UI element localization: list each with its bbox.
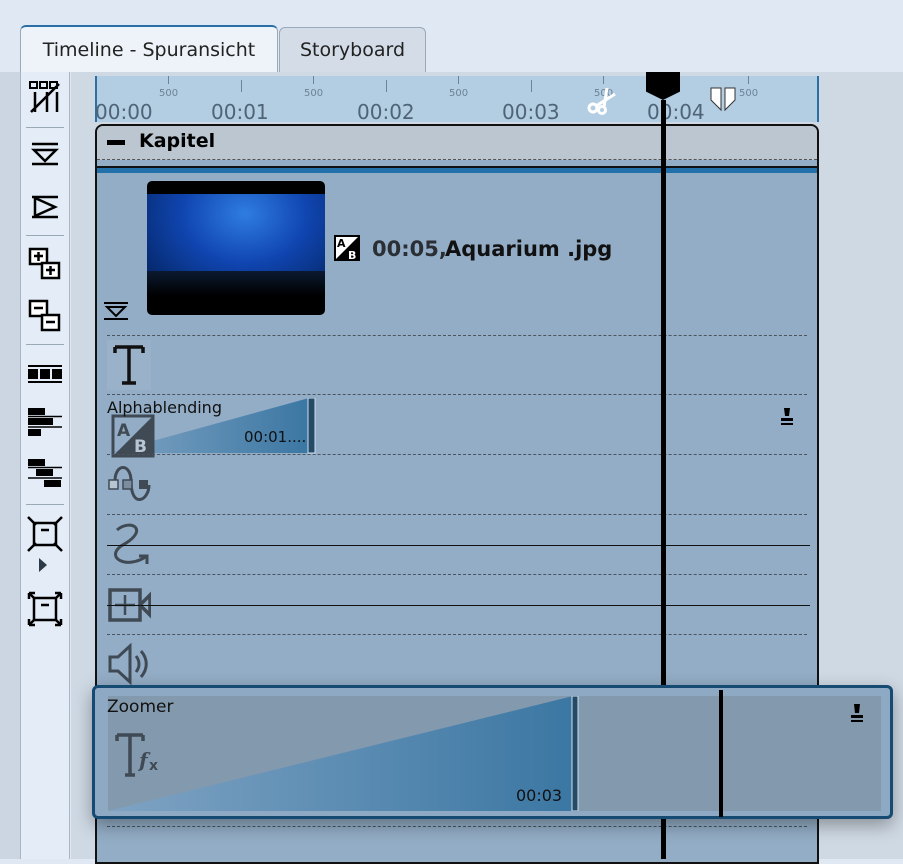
align-left-icon[interactable] [25, 404, 65, 444]
ruler-half-label: 500 [449, 88, 469, 99]
chapter-bar [97, 166, 817, 173]
zoomer-label: Zoomer [107, 697, 174, 717]
shrink-frame-icon[interactable] [25, 514, 65, 554]
distribute-icon[interactable] [25, 354, 65, 394]
svg-text:B: B [348, 249, 356, 262]
clip-duration: 00:05, [372, 237, 447, 261]
audio-icon[interactable] [107, 639, 151, 689]
scissors-icon[interactable] [585, 82, 625, 120]
chapter-header[interactable]: Kapitel [97, 126, 817, 160]
text-effect-icon: fx [115, 732, 167, 786]
tab-storyboard[interactable]: Storyboard [279, 27, 426, 72]
collapse-all-icon[interactable] [25, 296, 65, 336]
ruler-label: 00:00 [95, 100, 153, 124]
expand-frame-icon[interactable] [25, 589, 65, 629]
zoomer-effect-clip[interactable]: Zoomer fx 00:03 [92, 685, 893, 819]
text-icon[interactable] [107, 340, 151, 390]
motion-path-icon[interactable] [107, 518, 151, 568]
image-thumbnail[interactable] [147, 181, 325, 315]
ruler-label: 00:01 [211, 100, 269, 124]
stamp-icon[interactable] [779, 406, 795, 430]
animation-path-icon[interactable] [107, 459, 151, 509]
ruler-half-label: 500 [159, 88, 179, 99]
time-ruler[interactable]: 00:00 00:01 00:02 00:03 00:04 500 500 50… [95, 76, 819, 124]
left-margin [0, 72, 20, 859]
ruler-label: 00:02 [357, 100, 415, 124]
tab-timeline[interactable]: Timeline - Spuransicht [20, 25, 278, 72]
svg-text:x: x [149, 758, 158, 774]
timeline-toolbar [20, 72, 70, 859]
align-center-icon[interactable] [25, 455, 65, 495]
marker-icon[interactable] [709, 86, 739, 116]
zoomer-duration: 00:03 [516, 786, 563, 805]
transition-duration: 00:01.... [244, 428, 307, 446]
ruler-label: 00:03 [502, 100, 560, 124]
collapse-icon[interactable] [107, 140, 125, 145]
ruler-label: 00:04 [647, 100, 705, 124]
collapse-track-icon[interactable] [25, 134, 65, 174]
stamp-icon[interactable] [849, 702, 865, 728]
expand-all-icon[interactable] [25, 244, 65, 284]
svg-text:A: A [337, 237, 346, 250]
clip-name[interactable]: Aquarium .jpg [445, 237, 612, 261]
alphablending-clip[interactable]: AB Alphablending 00:01.... [107, 398, 317, 458]
svg-text:A: A [117, 421, 131, 441]
transition-ab-icon: AB [333, 234, 361, 266]
chapter-title: Kapitel [139, 130, 216, 152]
collapse-clip-icon[interactable] [103, 301, 129, 325]
expand-track-icon[interactable] [25, 187, 65, 227]
ruler-half-label: 500 [304, 88, 324, 99]
ruler-half-label: 500 [739, 88, 759, 99]
expand-arrow-icon[interactable] [39, 558, 47, 572]
playhead-in-clip [719, 690, 723, 817]
split-tracks-icon[interactable] [25, 78, 65, 118]
transition-label: Alphablending [107, 398, 222, 417]
